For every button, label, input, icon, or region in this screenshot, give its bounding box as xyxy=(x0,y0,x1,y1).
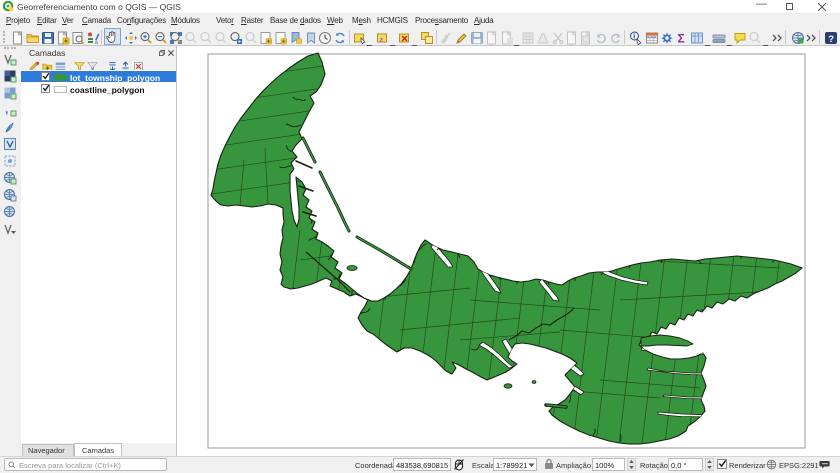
svg-text:i: i xyxy=(633,34,635,41)
svg-text:?: ? xyxy=(828,34,834,45)
svg-text:Σ: Σ xyxy=(678,32,685,46)
svg-text:a: a xyxy=(95,40,98,45)
svg-text:,: , xyxy=(5,103,8,116)
